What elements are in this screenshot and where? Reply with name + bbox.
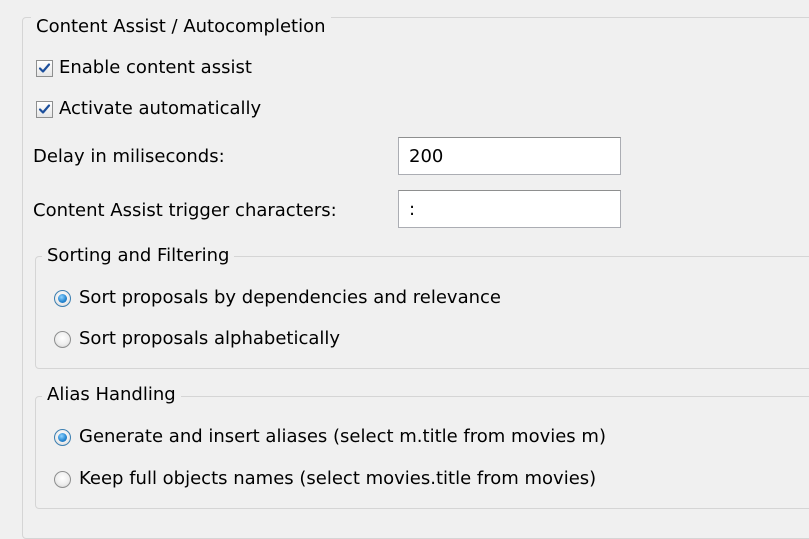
sorting-filtering-group-title: Sorting and Filtering [42,245,235,267]
delay-input[interactable] [398,137,621,175]
activate-automatically-checkbox[interactable]: Activate automatically [36,98,261,120]
checkbox-checked-icon [36,100,53,118]
sort-by-relevance-label: Sort proposals by dependencies and relev… [79,287,501,308]
enable-content-assist-checkbox[interactable]: Enable content assist [36,57,252,79]
activate-automatically-label: Activate automatically [59,98,262,119]
alias-handling-group [35,396,809,509]
delay-label: Delay in miliseconds: [33,146,225,167]
generate-aliases-label: Generate and insert aliases (select m.ti… [79,426,606,447]
keep-full-names-radio[interactable]: Keep full objects names (select movies.t… [54,468,596,490]
sort-alphabetically-radio[interactable]: Sort proposals alphabetically [54,328,340,350]
generate-aliases-radio[interactable]: Generate and insert aliases (select m.ti… [54,426,606,448]
enable-content-assist-label: Enable content assist [59,57,252,78]
radio-unselected-icon [54,330,71,348]
trigger-characters-label: Content Assist trigger characters: [33,200,337,221]
content-assist-group-title: Content Assist / Autocompletion [31,16,331,38]
radio-selected-icon [54,289,71,307]
sort-alphabetically-label: Sort proposals alphabetically [79,328,341,349]
sorting-filtering-group [35,256,809,369]
sort-by-relevance-radio[interactable]: Sort proposals by dependencies and relev… [54,287,501,309]
radio-selected-icon [54,428,71,446]
radio-unselected-icon [54,470,71,488]
checkbox-checked-icon [36,59,53,77]
trigger-characters-input[interactable] [398,190,621,228]
alias-handling-group-title: Alias Handling [42,384,181,406]
keep-full-names-label: Keep full objects names (select movies.t… [79,468,597,489]
